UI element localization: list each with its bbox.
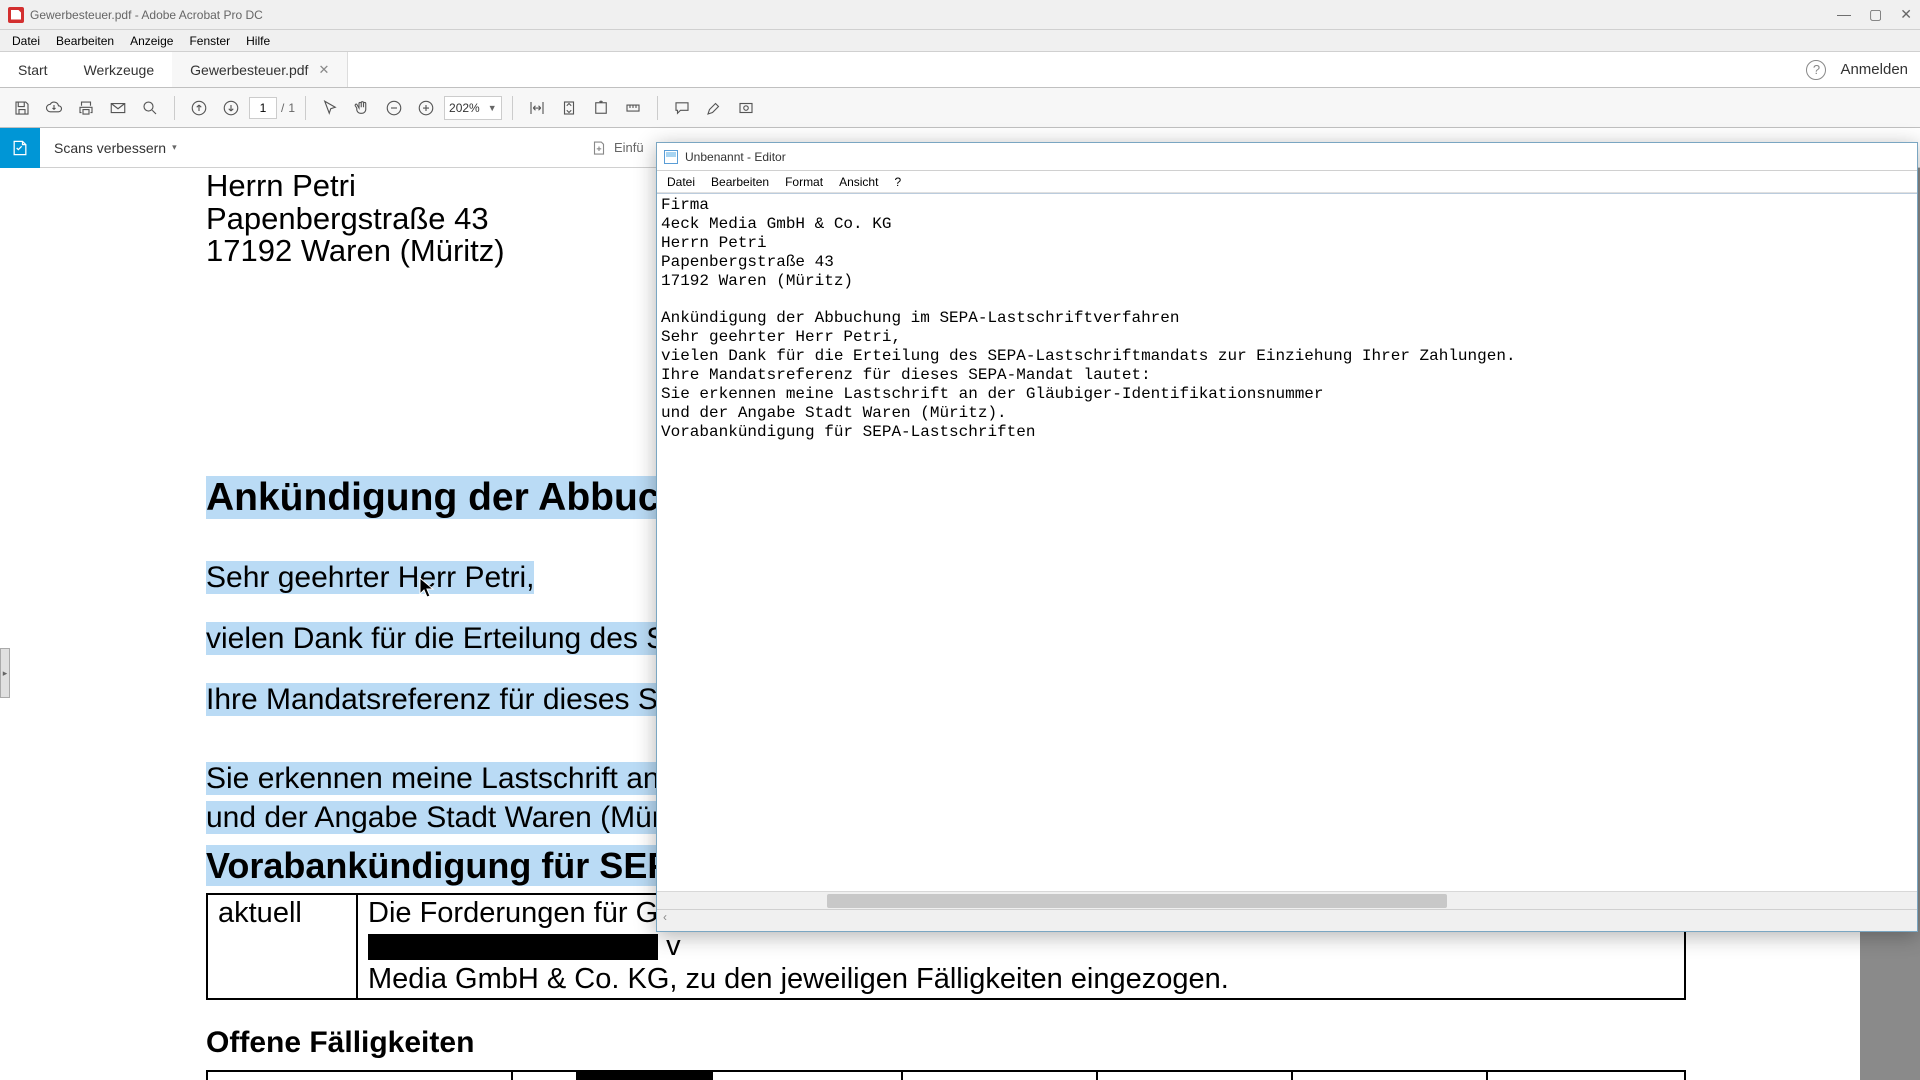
zoom-value: 202% <box>449 101 480 115</box>
table-cell: aktuell <box>207 894 357 999</box>
zoom-select[interactable]: 202% ▼ <box>444 96 502 120</box>
nav-pane-expand-handle[interactable]: ▸ <box>0 648 10 698</box>
print-icon[interactable] <box>72 94 100 122</box>
zoom-in-icon[interactable] <box>412 94 440 122</box>
notepad-app-icon <box>663 149 679 165</box>
stamp-icon[interactable] <box>732 94 760 122</box>
recognize-line-2: und der Angabe Stadt Waren (Müritz) <box>206 801 702 834</box>
notepad-statusbar: ‹ <box>657 909 1917 931</box>
document-tabs: Start Werkzeuge Gewerbesteuer.pdf ✕ ? An… <box>0 52 1920 88</box>
titlebar: Gewerbesteuer.pdf - Adobe Acrobat Pro DC… <box>0 0 1920 30</box>
doc-heading-text: Ankündigung der Abbuchun <box>206 476 731 519</box>
notepad-titlebar[interactable]: Unbenannt - Editor <box>657 143 1917 171</box>
menu-anzeige[interactable]: Anzeige <box>122 32 181 50</box>
signin-link[interactable]: Anmelden <box>1840 61 1908 78</box>
page-prev-icon[interactable] <box>185 94 213 122</box>
page-sep: / <box>281 101 284 115</box>
butterfly-watermark-icon <box>34 1072 110 1080</box>
tab-start[interactable]: Start <box>0 52 66 87</box>
comment-icon[interactable] <box>668 94 696 122</box>
tab-document-label: Gewerbesteuer.pdf <box>190 62 308 78</box>
claims-text-prefix: v <box>666 930 681 962</box>
tab-tools-label: Werkzeuge <box>84 62 155 78</box>
main-toolbar: / 1 202% ▼ <box>0 88 1920 128</box>
claims-text-2: Media GmbH & Co. KG, zu den jeweiligen F… <box>368 963 1229 995</box>
mandate-line: Ihre Mandatsreferenz für dieses SEP. <box>206 683 702 716</box>
scrollbar-thumb[interactable] <box>827 894 1447 908</box>
tab-close-icon[interactable]: ✕ <box>318 62 329 78</box>
np-menu-bearbeiten[interactable]: Bearbeiten <box>703 173 777 191</box>
chevron-down-icon: ▾ <box>172 142 177 153</box>
greeting-line: Sehr geehrter Herr Petri, <box>206 561 534 594</box>
recognize-line-1: Sie erkennen meine Lastschrift an de <box>206 762 701 795</box>
table-cell: 100 Gewerbesteuer <box>207 1071 512 1080</box>
rotate-icon[interactable] <box>587 94 615 122</box>
tab-document[interactable]: Gewerbesteuer.pdf ✕ <box>172 52 348 87</box>
notepad-window[interactable]: Unbenannt - Editor Datei Bearbeiten Form… <box>656 142 1918 932</box>
tab-start-label: Start <box>18 62 48 78</box>
table-cell <box>1292 1071 1487 1080</box>
insert-label: Einfü <box>614 140 644 155</box>
open-due-table: 100 Gewerbesteuer <box>206 1070 1686 1080</box>
table-cell <box>902 1071 1097 1080</box>
table-cell <box>512 1071 577 1080</box>
thanks-line: vielen Dank für die Erteilung des SEF <box>206 622 705 655</box>
status-chevron-icon: ‹ <box>657 910 673 931</box>
table-cell <box>712 1071 902 1080</box>
notepad-title: Unbenannt - Editor <box>685 150 786 164</box>
select-tool-icon[interactable] <box>316 94 344 122</box>
close-icon[interactable]: ✕ <box>1900 6 1912 23</box>
np-menu-format[interactable]: Format <box>777 173 831 191</box>
help-icon[interactable]: ? <box>1806 60 1826 80</box>
doc-subheading-text: Vorabankündigung für SEPA <box>206 845 695 886</box>
redacted-bar <box>368 934 658 960</box>
page-current-input[interactable] <box>249 97 277 119</box>
page-next-icon[interactable] <box>217 94 245 122</box>
np-menu-ansicht[interactable]: Ansicht <box>831 173 886 191</box>
cloud-icon[interactable] <box>40 94 68 122</box>
np-menu-help[interactable]: ? <box>886 173 909 191</box>
chevron-down-icon: ▼ <box>488 103 497 113</box>
enhance-scans-label: Scans verbessern <box>54 140 166 156</box>
np-menu-datei[interactable]: Datei <box>659 173 703 191</box>
acrobat-app-icon <box>8 7 24 23</box>
menu-fenster[interactable]: Fenster <box>181 32 238 50</box>
enhance-scans-icon[interactable] <box>0 128 40 168</box>
window-title: Gewerbesteuer.pdf - Adobe Acrobat Pro DC <box>30 8 263 22</box>
highlight-icon[interactable] <box>700 94 728 122</box>
maximize-icon[interactable]: ▢ <box>1869 6 1882 23</box>
fit-page-icon[interactable] <box>555 94 583 122</box>
window-controls: — ▢ ✕ <box>1837 6 1912 23</box>
table-cell <box>1097 1071 1292 1080</box>
menu-datei[interactable]: Datei <box>4 32 48 50</box>
minimize-icon[interactable]: — <box>1837 6 1851 23</box>
redacted-cell <box>577 1071 712 1080</box>
tab-tools[interactable]: Werkzeuge <box>66 52 173 87</box>
open-due-heading: Offene Fälligkeiten <box>206 1026 1860 1060</box>
fit-width-icon[interactable] <box>523 94 551 122</box>
menu-bearbeiten[interactable]: Bearbeiten <box>48 32 122 50</box>
menubar: Datei Bearbeiten Anzeige Fenster Hilfe <box>0 30 1920 52</box>
notepad-menubar: Datei Bearbeiten Format Ansicht ? <box>657 171 1917 193</box>
save-icon[interactable] <box>8 94 36 122</box>
menu-hilfe[interactable]: Hilfe <box>238 32 278 50</box>
measure-icon[interactable] <box>619 94 647 122</box>
notepad-h-scrollbar[interactable] <box>657 891 1917 909</box>
search-icon[interactable] <box>136 94 164 122</box>
mail-icon[interactable] <box>104 94 132 122</box>
insert-button[interactable]: Einfü <box>590 139 644 157</box>
notepad-text-area[interactable]: Firma 4eck Media GmbH & Co. KG Herrn Pet… <box>657 193 1917 891</box>
hand-tool-icon[interactable] <box>348 94 376 122</box>
page-number: / 1 <box>249 97 295 119</box>
table-cell <box>1487 1071 1685 1080</box>
page-total: 1 <box>288 101 295 115</box>
zoom-out-icon[interactable] <box>380 94 408 122</box>
enhance-scans-dropdown[interactable]: Scans verbessern ▾ <box>40 140 191 156</box>
